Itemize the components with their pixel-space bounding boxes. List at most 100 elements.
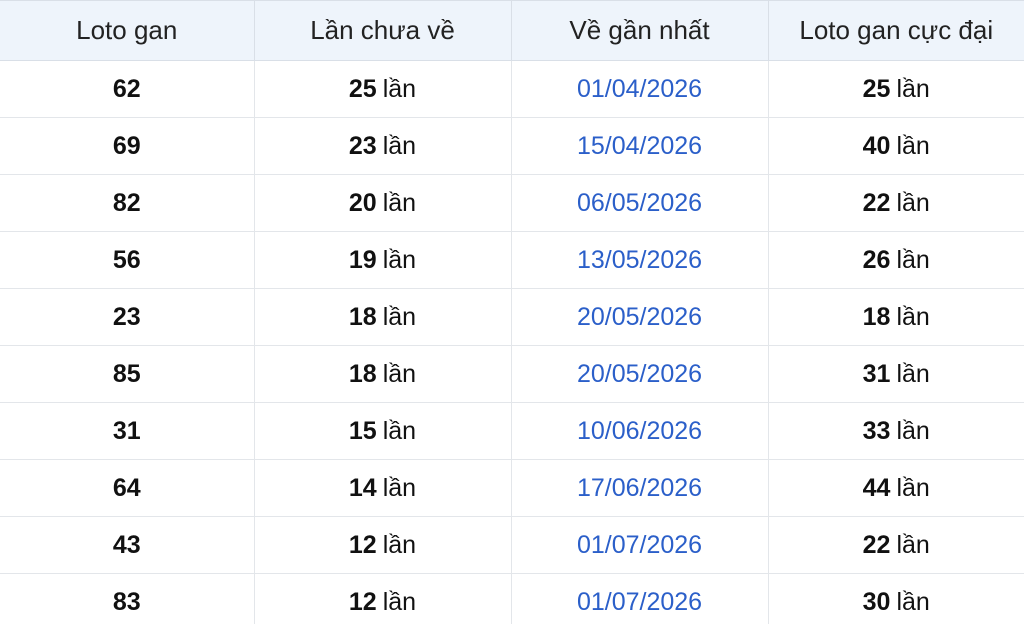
last-date-link[interactable]: 10/06/2026 — [577, 417, 702, 445]
unit-label: lần — [382, 74, 417, 103]
last-date-link[interactable]: 20/05/2026 — [577, 303, 702, 331]
table-row: 83 12 lần 01/07/2026 30 lần — [0, 573, 1024, 624]
table-row: 43 12 lần 01/07/2026 22 lần — [0, 516, 1024, 574]
last-date-link[interactable]: 20/05/2026 — [577, 360, 702, 388]
table-row: 31 15 lần 10/06/2026 33 lần — [0, 402, 1024, 460]
header-lan-chua-ve: Lần chưa về — [254, 0, 512, 61]
loto-number-cell: 64 — [0, 459, 255, 517]
last-date-link[interactable]: 01/07/2026 — [577, 588, 702, 616]
max-gan-cell: 25 lần — [768, 60, 1024, 118]
max-gan-cell: 22 lần — [768, 174, 1024, 232]
last-date-cell: 01/07/2026 — [511, 573, 769, 624]
max-gan-count: 22 — [862, 530, 891, 559]
table-body: 62 25 lần 01/04/2026 25 lần 69 23 lần 15/04/2026 4… — [0, 60, 1024, 624]
last-date-cell: 10/06/2026 — [511, 402, 769, 460]
missed-count: 14 — [348, 473, 377, 502]
last-date-cell: 20/05/2026 — [511, 345, 769, 403]
table-row: 64 14 lần 17/06/2026 44 lần — [0, 459, 1024, 517]
missed-count: 19 — [348, 245, 377, 274]
loto-number: 62 — [112, 74, 141, 103]
unit-label: lần — [896, 188, 930, 217]
unit-label: lần — [896, 473, 930, 502]
last-date-cell: 17/06/2026 — [511, 459, 769, 517]
missed-count: 20 — [348, 188, 377, 217]
loto-number: 43 — [112, 530, 141, 559]
table-row: 85 18 lần 20/05/2026 31 lần — [0, 345, 1024, 403]
last-date-cell: 20/05/2026 — [511, 288, 769, 346]
loto-number-cell: 43 — [0, 516, 255, 574]
last-date-cell: 15/04/2026 — [511, 117, 769, 175]
missed-count-cell: 12 lần — [254, 516, 512, 574]
max-gan-count: 30 — [862, 587, 891, 616]
table-row: 62 25 lần 01/04/2026 25 lần — [0, 60, 1024, 118]
loto-number: 82 — [112, 188, 141, 217]
table-row: 69 23 lần 15/04/2026 40 lần — [0, 117, 1024, 175]
missed-count: 12 — [348, 587, 377, 616]
max-gan-count: 33 — [862, 416, 891, 445]
last-date-link[interactable]: 01/07/2026 — [577, 531, 702, 559]
last-date-cell: 01/04/2026 — [511, 60, 769, 118]
last-date-link[interactable]: 17/06/2026 — [577, 474, 702, 502]
table-row: 23 18 lần 20/05/2026 18 lần — [0, 288, 1024, 346]
last-date-link[interactable]: 06/05/2026 — [577, 189, 702, 217]
loto-number-cell: 23 — [0, 288, 255, 346]
table-row: 56 19 lần 13/05/2026 26 lần — [0, 231, 1024, 289]
last-date-link[interactable]: 13/05/2026 — [577, 246, 702, 274]
unit-label: lần — [382, 473, 417, 502]
loto-number-cell: 82 — [0, 174, 255, 232]
table-row: 82 20 lần 06/05/2026 22 lần — [0, 174, 1024, 232]
table-header: Loto gan Lần chưa về Về gần nhất Loto ga… — [0, 0, 1024, 61]
missed-count: 25 — [348, 74, 377, 103]
max-gan-cell: 18 lần — [768, 288, 1024, 346]
missed-count-cell: 20 lần — [254, 174, 512, 232]
missed-count: 23 — [348, 131, 377, 160]
unit-label: lần — [896, 587, 930, 616]
loto-number-cell: 56 — [0, 231, 255, 289]
max-gan-cell: 33 lần — [768, 402, 1024, 460]
missed-count-cell: 18 lần — [254, 288, 512, 346]
unit-label: lần — [382, 587, 417, 616]
max-gan-count: 22 — [862, 188, 891, 217]
loto-number-cell: 31 — [0, 402, 255, 460]
unit-label: lần — [382, 302, 417, 331]
header-loto-gan-cuc-dai: Loto gan cực đại — [768, 0, 1024, 61]
last-date-link[interactable]: 01/04/2026 — [577, 75, 702, 103]
max-gan-cell: 30 lần — [768, 573, 1024, 624]
loto-gan-table: Loto gan Lần chưa về Về gần nhất Loto ga… — [0, 0, 1024, 624]
max-gan-cell: 26 lần — [768, 231, 1024, 289]
unit-label: lần — [896, 245, 930, 274]
last-date-cell: 06/05/2026 — [511, 174, 769, 232]
loto-number-cell: 85 — [0, 345, 255, 403]
missed-count-cell: 25 lần — [254, 60, 512, 118]
missed-count: 12 — [348, 530, 377, 559]
loto-number-cell: 62 — [0, 60, 255, 118]
unit-label: lần — [382, 359, 417, 388]
header-ve-gan-nhat: Về gần nhất — [511, 0, 769, 61]
missed-count-cell: 14 lần — [254, 459, 512, 517]
unit-label: lần — [896, 359, 930, 388]
unit-label: lần — [896, 302, 930, 331]
loto-number: 56 — [112, 245, 141, 274]
max-gan-cell: 22 lần — [768, 516, 1024, 574]
missed-count-cell: 19 lần — [254, 231, 512, 289]
loto-number: 83 — [112, 587, 141, 616]
max-gan-count: 44 — [862, 473, 891, 502]
loto-number: 23 — [112, 302, 141, 331]
max-gan-count: 31 — [862, 359, 891, 388]
header-loto-gan: Loto gan — [0, 0, 255, 61]
missed-count: 18 — [348, 359, 377, 388]
unit-label: lần — [382, 245, 417, 274]
unit-label: lần — [896, 74, 930, 103]
loto-number-cell: 69 — [0, 117, 255, 175]
unit-label: lần — [382, 188, 417, 217]
loto-number: 85 — [112, 359, 141, 388]
header-row: Loto gan Lần chưa về Về gần nhất Loto ga… — [0, 0, 1024, 61]
last-date-cell: 13/05/2026 — [511, 231, 769, 289]
last-date-link[interactable]: 15/04/2026 — [577, 132, 702, 160]
loto-number: 64 — [112, 473, 141, 502]
loto-number-cell: 83 — [0, 573, 255, 624]
last-date-cell: 01/07/2026 — [511, 516, 769, 574]
unit-label: lần — [382, 530, 417, 559]
max-gan-count: 26 — [862, 245, 891, 274]
missed-count-cell: 23 lần — [254, 117, 512, 175]
